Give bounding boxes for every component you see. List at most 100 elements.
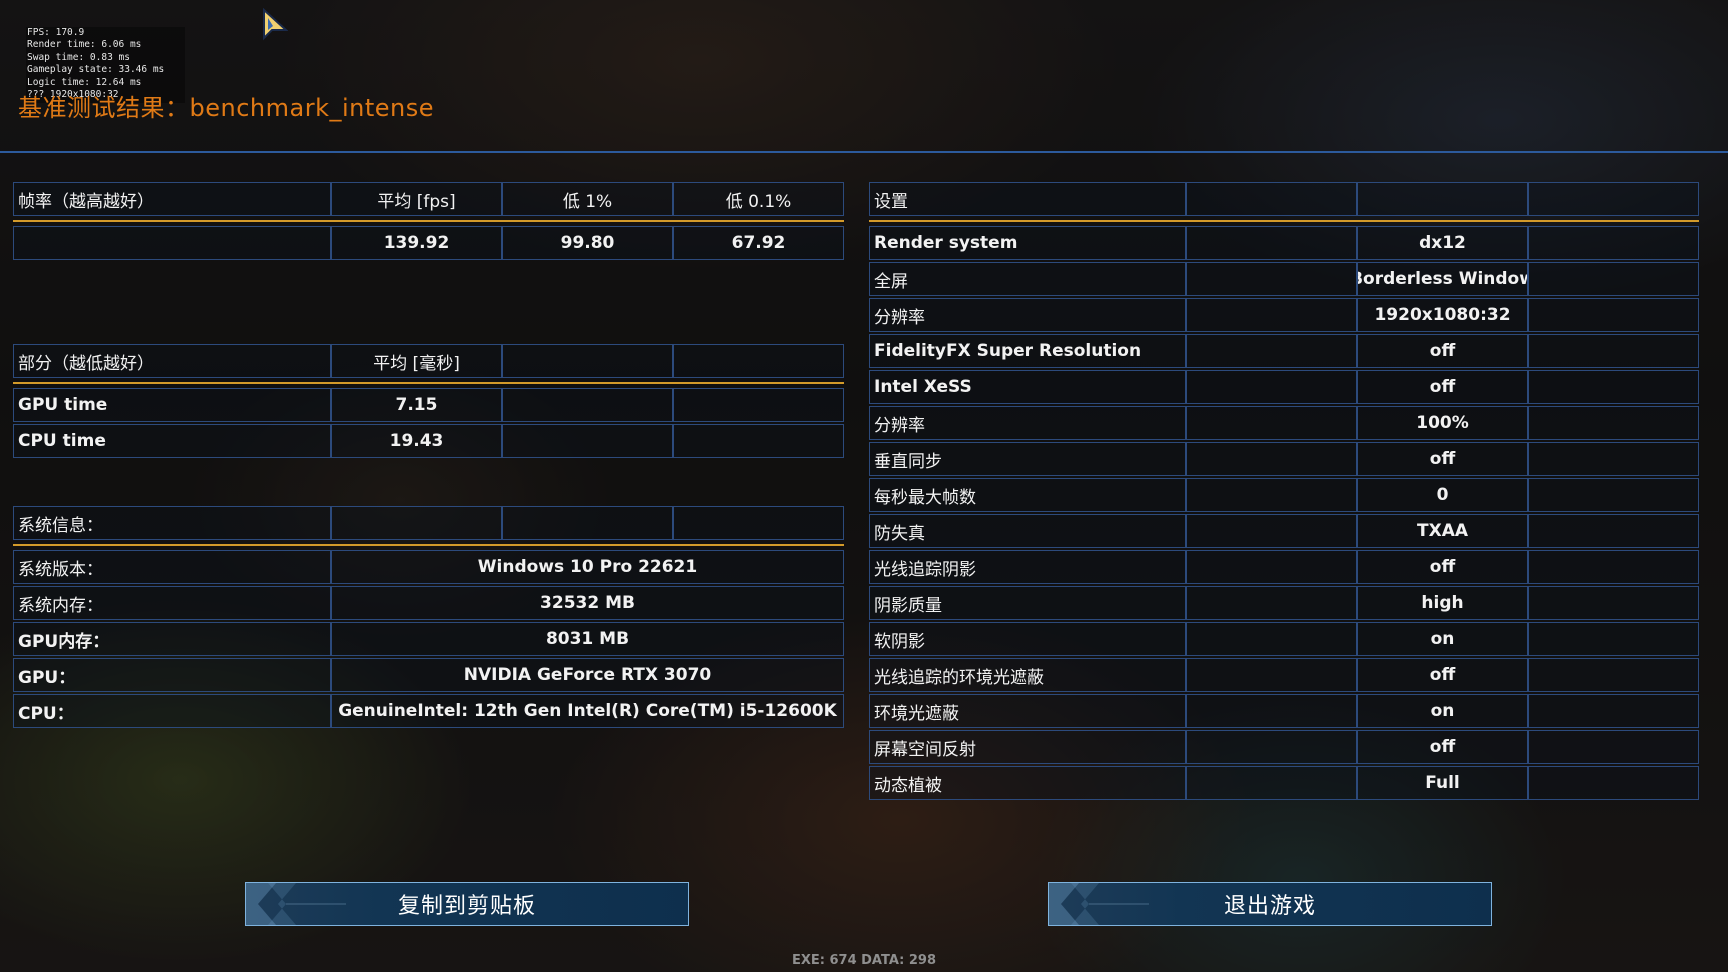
setting-value: dx12	[1357, 226, 1528, 260]
table-row: Intel XeSS off	[869, 370, 1699, 404]
cursor-icon	[263, 8, 288, 41]
empty-cell	[1186, 262, 1357, 296]
framerate-low1-value: 99.80	[502, 226, 673, 260]
gpu-memory-value: 8031 MB	[331, 622, 844, 656]
setting-label: 全屏	[869, 262, 1186, 296]
copy-to-clipboard-button[interactable]: 复制到剪贴板	[245, 882, 689, 926]
setting-value: off	[1357, 658, 1528, 692]
empty-cell	[1528, 586, 1699, 620]
setting-label: 垂直同步	[869, 442, 1186, 476]
exit-game-button[interactable]: 退出游戏	[1048, 882, 1492, 926]
setting-value: off	[1357, 334, 1528, 368]
title-divider	[0, 151, 1728, 153]
swap-time-readout: Swap time: 0.83 ms	[27, 51, 130, 63]
empty-cell	[1528, 550, 1699, 584]
empty-cell	[1186, 370, 1357, 404]
empty-cell	[1528, 514, 1699, 548]
cpu-value: GenuineIntel: 12th Gen Intel(R) Core(TM)…	[331, 694, 844, 728]
parts-header-avg: 平均 [毫秒]	[331, 344, 502, 378]
empty-cell	[1528, 334, 1699, 368]
setting-value: Borderless Window	[1357, 262, 1528, 296]
empty-cell	[1186, 334, 1357, 368]
framerate-header-low01: 低 0.1%	[673, 182, 844, 216]
gpu-memory-label: GPU内存：	[13, 622, 331, 656]
framerate-header-line	[13, 220, 844, 222]
setting-value: off	[1357, 550, 1528, 584]
setting-label: 软阴影	[869, 622, 1186, 656]
empty-cell	[1528, 370, 1699, 404]
system-header-line	[13, 544, 844, 546]
cpu-time-value: 19.43	[331, 424, 502, 458]
empty-cell	[1357, 182, 1528, 216]
empty-cell	[1528, 730, 1699, 764]
setting-label: FidelityFX Super Resolution	[869, 334, 1186, 368]
parts-header-label: 部分（越低越好）	[13, 344, 331, 378]
empty-cell	[1528, 298, 1699, 332]
framerate-low01-value: 67.92	[673, 226, 844, 260]
empty-cell	[1528, 182, 1699, 216]
fps-readout: FPS: 170.9	[27, 27, 85, 38]
setting-value: on	[1357, 622, 1528, 656]
setting-value: Full	[1357, 766, 1528, 800]
system-memory-value: 32532 MB	[331, 586, 844, 620]
table-row: 动态植被 Full	[869, 766, 1699, 800]
setting-value: high	[1357, 586, 1528, 620]
setting-label: 光线追踪阴影	[869, 550, 1186, 584]
empty-cell	[1528, 442, 1699, 476]
exit-button-label: 退出游戏	[1223, 894, 1316, 919]
empty-cell	[1186, 298, 1357, 332]
table-row: 软阴影 on	[869, 622, 1699, 656]
render-time-readout: Render time: 6.06 ms	[27, 39, 142, 51]
empty-cell	[502, 388, 673, 422]
empty-cell	[1186, 622, 1357, 656]
table-row: 每秒最大帧数 0	[869, 478, 1699, 512]
empty-cell	[1528, 226, 1699, 260]
setting-value: off	[1357, 442, 1528, 476]
empty-cell	[1186, 766, 1357, 800]
empty-cell	[673, 424, 844, 458]
setting-label: 分辨率	[869, 298, 1186, 332]
table-row: 分辨率 100%	[869, 406, 1699, 440]
setting-label: 分辨率	[869, 406, 1186, 440]
empty-cell	[1186, 514, 1357, 548]
cpu-time-label: CPU time	[13, 424, 331, 458]
setting-label: Intel XeSS	[869, 370, 1186, 404]
empty-cell	[1186, 478, 1357, 512]
setting-value: off	[1357, 370, 1528, 404]
gameplay-state-readout: Gameplay state: 33.46 ms	[27, 64, 165, 76]
empty-cell	[1186, 586, 1357, 620]
gpu-time-value: 7.15	[331, 388, 502, 422]
setting-label: 每秒最大帧数	[869, 478, 1186, 512]
table-row: 屏幕空间反射 off	[869, 730, 1699, 764]
setting-label: 屏幕空间反射	[869, 730, 1186, 764]
table-row: 分辨率 1920x1080:32	[869, 298, 1699, 332]
table-row: Render system dx12	[869, 226, 1699, 260]
setting-value: on	[1357, 694, 1528, 728]
empty-cell	[502, 506, 673, 540]
setting-value: TXAA	[1357, 514, 1528, 548]
framerate-value-label	[13, 226, 331, 260]
table-row: CPU time 19.43	[13, 424, 844, 458]
cpu-label: CPU：	[13, 694, 331, 728]
framerate-header-row: 帧率（越高越好） 平均 [fps] 低 1% 低 0.1%	[13, 182, 844, 216]
empty-cell	[331, 506, 502, 540]
empty-cell	[1528, 478, 1699, 512]
table-row: 阴影质量 high	[869, 586, 1699, 620]
button-chevron-icon	[246, 883, 346, 925]
system-header-row: 系统信息：	[13, 506, 844, 540]
framerate-avg-value: 139.92	[331, 226, 502, 260]
setting-label: 环境光遮蔽	[869, 694, 1186, 728]
table-row: CPU： GenuineIntel: 12th Gen Intel(R) Cor…	[13, 694, 844, 728]
empty-cell	[1528, 766, 1699, 800]
table-row: 全屏 Borderless Window	[869, 262, 1699, 296]
empty-cell	[673, 388, 844, 422]
copy-button-label: 复制到剪贴板	[397, 894, 536, 919]
table-row: 系统内存： 32532 MB	[13, 586, 844, 620]
settings-header-line	[869, 220, 1699, 222]
page-title: 基准测试结果：benchmark_intense	[18, 94, 435, 122]
empty-cell	[1186, 694, 1357, 728]
empty-cell	[1528, 658, 1699, 692]
table-row: 光线追踪的环境光遮蔽 off	[869, 658, 1699, 692]
gpu-value: NVIDIA GeForce RTX 3070	[331, 658, 844, 692]
empty-cell	[502, 424, 673, 458]
